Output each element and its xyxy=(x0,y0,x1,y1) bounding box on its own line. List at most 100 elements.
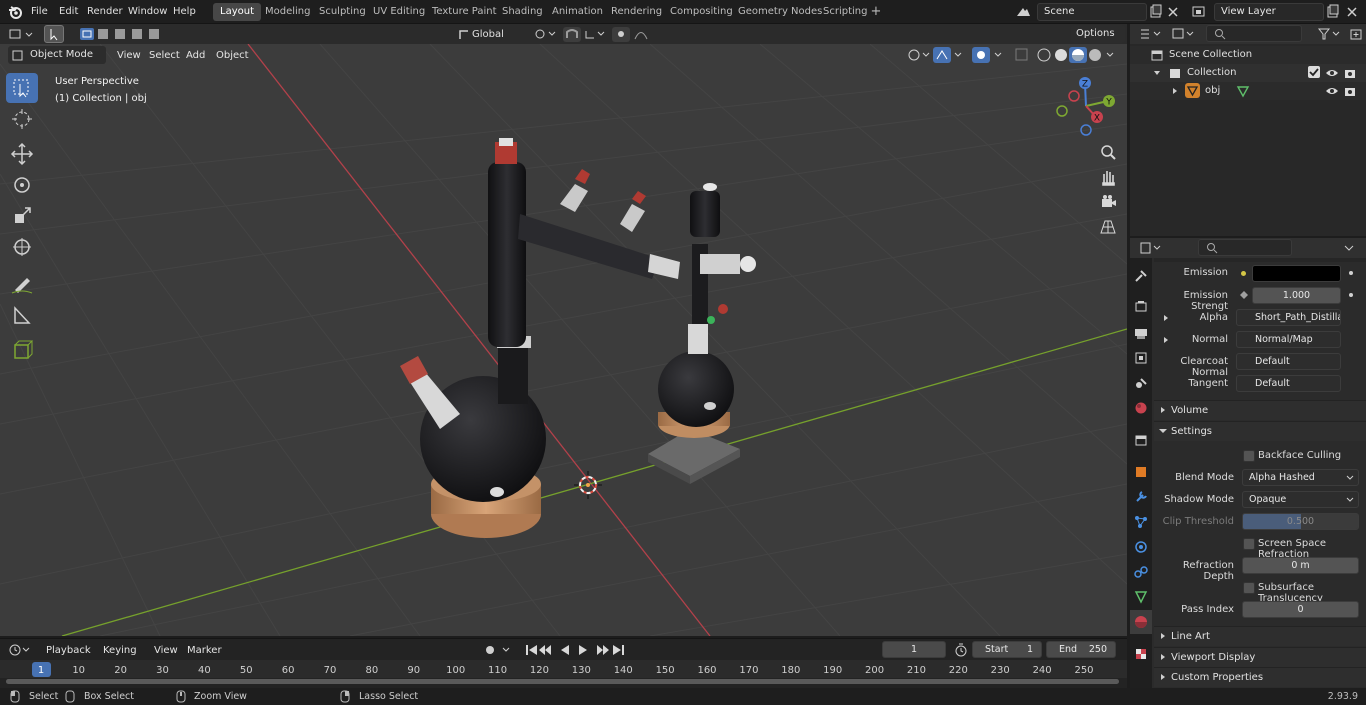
transform-tool-icon[interactable] xyxy=(6,232,38,262)
zoom-view-icon[interactable] xyxy=(1097,141,1119,163)
scale-tool-icon[interactable] xyxy=(6,201,38,231)
camera-view-icon[interactable] xyxy=(1097,191,1119,213)
subsurface-translucency-checkbox[interactable] xyxy=(1243,582,1255,594)
navigation-gizmo[interactable]: Z Y X xyxy=(1050,72,1126,142)
timeline-menu-keying[interactable]: Keying xyxy=(98,642,142,659)
view-layer-field[interactable]: View Layer xyxy=(1214,3,1324,21)
timeline-menu-view[interactable]: View xyxy=(149,642,183,659)
properties-options-chevron-icon[interactable] xyxy=(1341,240,1357,256)
pivot-point-icon[interactable] xyxy=(530,26,560,43)
timeline-editor-type-icon[interactable] xyxy=(8,642,34,658)
timeline-menu-marker[interactable]: Marker xyxy=(182,642,227,659)
menu-edit[interactable]: Edit xyxy=(54,4,83,20)
tab-animation[interactable]: Animation xyxy=(545,3,610,21)
constraints-tab-icon[interactable] xyxy=(1133,564,1149,580)
editor-type-icon[interactable] xyxy=(8,26,36,42)
properties-editor-type-icon[interactable] xyxy=(1138,240,1166,256)
material-tab-active[interactable] xyxy=(1130,610,1152,634)
auto-keying-record-icon[interactable] xyxy=(481,642,517,658)
tab-sculpting[interactable]: Sculpting xyxy=(312,3,373,21)
clip-threshold-slider[interactable]: 0.500 xyxy=(1242,513,1359,530)
clearcoat-normal-input[interactable]: Default xyxy=(1236,353,1341,370)
physics-tab-icon[interactable] xyxy=(1133,539,1149,555)
properties-search-input[interactable] xyxy=(1198,239,1292,256)
normal-input-link[interactable]: Normal/Map xyxy=(1236,331,1341,348)
current-frame-field[interactable]: 1 xyxy=(882,641,946,658)
emission-color-swatch[interactable] xyxy=(1252,265,1341,282)
tab-uv-editing[interactable]: UV Editing xyxy=(366,3,432,21)
world-tab-icon[interactable] xyxy=(1133,400,1149,416)
scene-field[interactable]: Scene xyxy=(1037,3,1147,21)
mesh-data-icon[interactable] xyxy=(1236,84,1250,98)
pass-index-field[interactable]: 0 xyxy=(1242,601,1359,618)
pan-view-hand-icon[interactable] xyxy=(1097,166,1119,188)
modifier-wrench-tab-icon[interactable] xyxy=(1133,489,1149,505)
collection-visibility-eye-icon[interactable] xyxy=(1325,66,1339,80)
render-tab-icon[interactable] xyxy=(1133,299,1149,315)
annotate-tool-icon[interactable] xyxy=(6,269,38,299)
tab-rendering[interactable]: Rendering xyxy=(604,3,669,21)
shadow-mode-dropdown[interactable]: Opaque xyxy=(1242,491,1359,508)
viewport-shading-controls[interactable] xyxy=(904,46,1124,64)
obj-visibility-eye-icon[interactable] xyxy=(1325,84,1339,98)
new-collection-icon[interactable] xyxy=(1349,26,1363,42)
view-layer-icon[interactable] xyxy=(1189,3,1211,21)
blend-mode-dropdown[interactable]: Alpha Hashed xyxy=(1242,469,1359,486)
collection-render-camera-icon[interactable] xyxy=(1343,66,1357,80)
volume-panel-header[interactable]: Volume xyxy=(1154,400,1366,420)
object-tab-icon[interactable] xyxy=(1133,464,1149,480)
particles-tab-icon[interactable] xyxy=(1133,514,1149,530)
output-tab-icon[interactable] xyxy=(1133,325,1149,341)
start-frame-field[interactable]: Start 1 xyxy=(972,641,1042,658)
perspective-toggle-icon[interactable] xyxy=(1097,216,1119,238)
emission-socket-dot[interactable] xyxy=(1241,271,1246,276)
collection-tab-icon[interactable] xyxy=(1133,432,1149,448)
timeline-scrollbar[interactable] xyxy=(6,679,1119,684)
add-cube-tool-icon[interactable] xyxy=(6,335,38,365)
stopwatch-icon[interactable] xyxy=(953,642,969,658)
tab-layout[interactable]: Layout xyxy=(213,3,261,21)
tangent-input[interactable]: Default xyxy=(1236,375,1341,392)
menu-help[interactable]: Help xyxy=(168,4,201,20)
menu-file[interactable]: File xyxy=(26,4,53,20)
timeline-scrollbar-thumb[interactable] xyxy=(6,679,1119,684)
tab-texture-paint[interactable]: Texture Paint xyxy=(425,3,504,21)
rotate-tool-icon[interactable] xyxy=(6,170,38,200)
emission-keyframe-dot[interactable] xyxy=(1349,271,1353,275)
display-mode-icon[interactable] xyxy=(1170,26,1198,42)
tab-shading[interactable]: Shading xyxy=(495,3,550,21)
viewport-menu-add[interactable]: Add xyxy=(181,47,210,64)
menu-window[interactable]: Window xyxy=(123,4,172,20)
outliner-editor-type-icon[interactable] xyxy=(1138,26,1166,42)
scene-selector-icon[interactable] xyxy=(1013,3,1035,21)
emission-strength-socket-icon[interactable] xyxy=(1240,291,1248,299)
add-workspace-icon[interactable]: + xyxy=(869,5,883,19)
new-scene-icon[interactable] xyxy=(1148,3,1164,21)
collection-exclude-checkbox[interactable] xyxy=(1308,66,1320,78)
move-tool-icon[interactable] xyxy=(6,139,38,169)
timeline-menu-playback[interactable]: Playback xyxy=(41,642,96,659)
delete-view-layer-icon[interactable] xyxy=(1344,3,1360,21)
tab-scripting[interactable]: Scripting xyxy=(816,3,874,21)
snapping-icons[interactable] xyxy=(562,26,606,43)
custom-properties-panel-header[interactable]: Custom Properties xyxy=(1154,667,1366,687)
playback-controls[interactable] xyxy=(521,642,629,658)
emission-strength-field[interactable]: 1.000 xyxy=(1252,287,1341,304)
new-view-layer-icon[interactable] xyxy=(1325,3,1341,21)
viewport-menu-view[interactable]: View xyxy=(112,47,146,64)
tab-compositing[interactable]: Compositing xyxy=(663,3,740,21)
proportional-editing-icons[interactable] xyxy=(611,26,659,43)
backface-culling-checkbox[interactable] xyxy=(1243,450,1255,462)
select-tool-active-icon[interactable] xyxy=(44,25,64,43)
filter-icon[interactable] xyxy=(1316,26,1344,42)
refraction-depth-field[interactable]: 0 m xyxy=(1242,557,1359,574)
select-box-tool[interactable] xyxy=(6,73,38,103)
viewport-menu-object[interactable]: Object xyxy=(211,47,254,64)
emission-strength-keyframe-dot[interactable] xyxy=(1349,293,1353,297)
blender-logo-icon[interactable] xyxy=(7,4,23,20)
end-frame-field[interactable]: End 250 xyxy=(1046,641,1116,658)
settings-panel-header[interactable]: Settings xyxy=(1154,421,1366,441)
outliner-search-input[interactable] xyxy=(1206,25,1302,42)
view-layer-tab-icon[interactable] xyxy=(1133,350,1149,366)
obj-expand-chevron-icon[interactable] xyxy=(1170,85,1180,97)
